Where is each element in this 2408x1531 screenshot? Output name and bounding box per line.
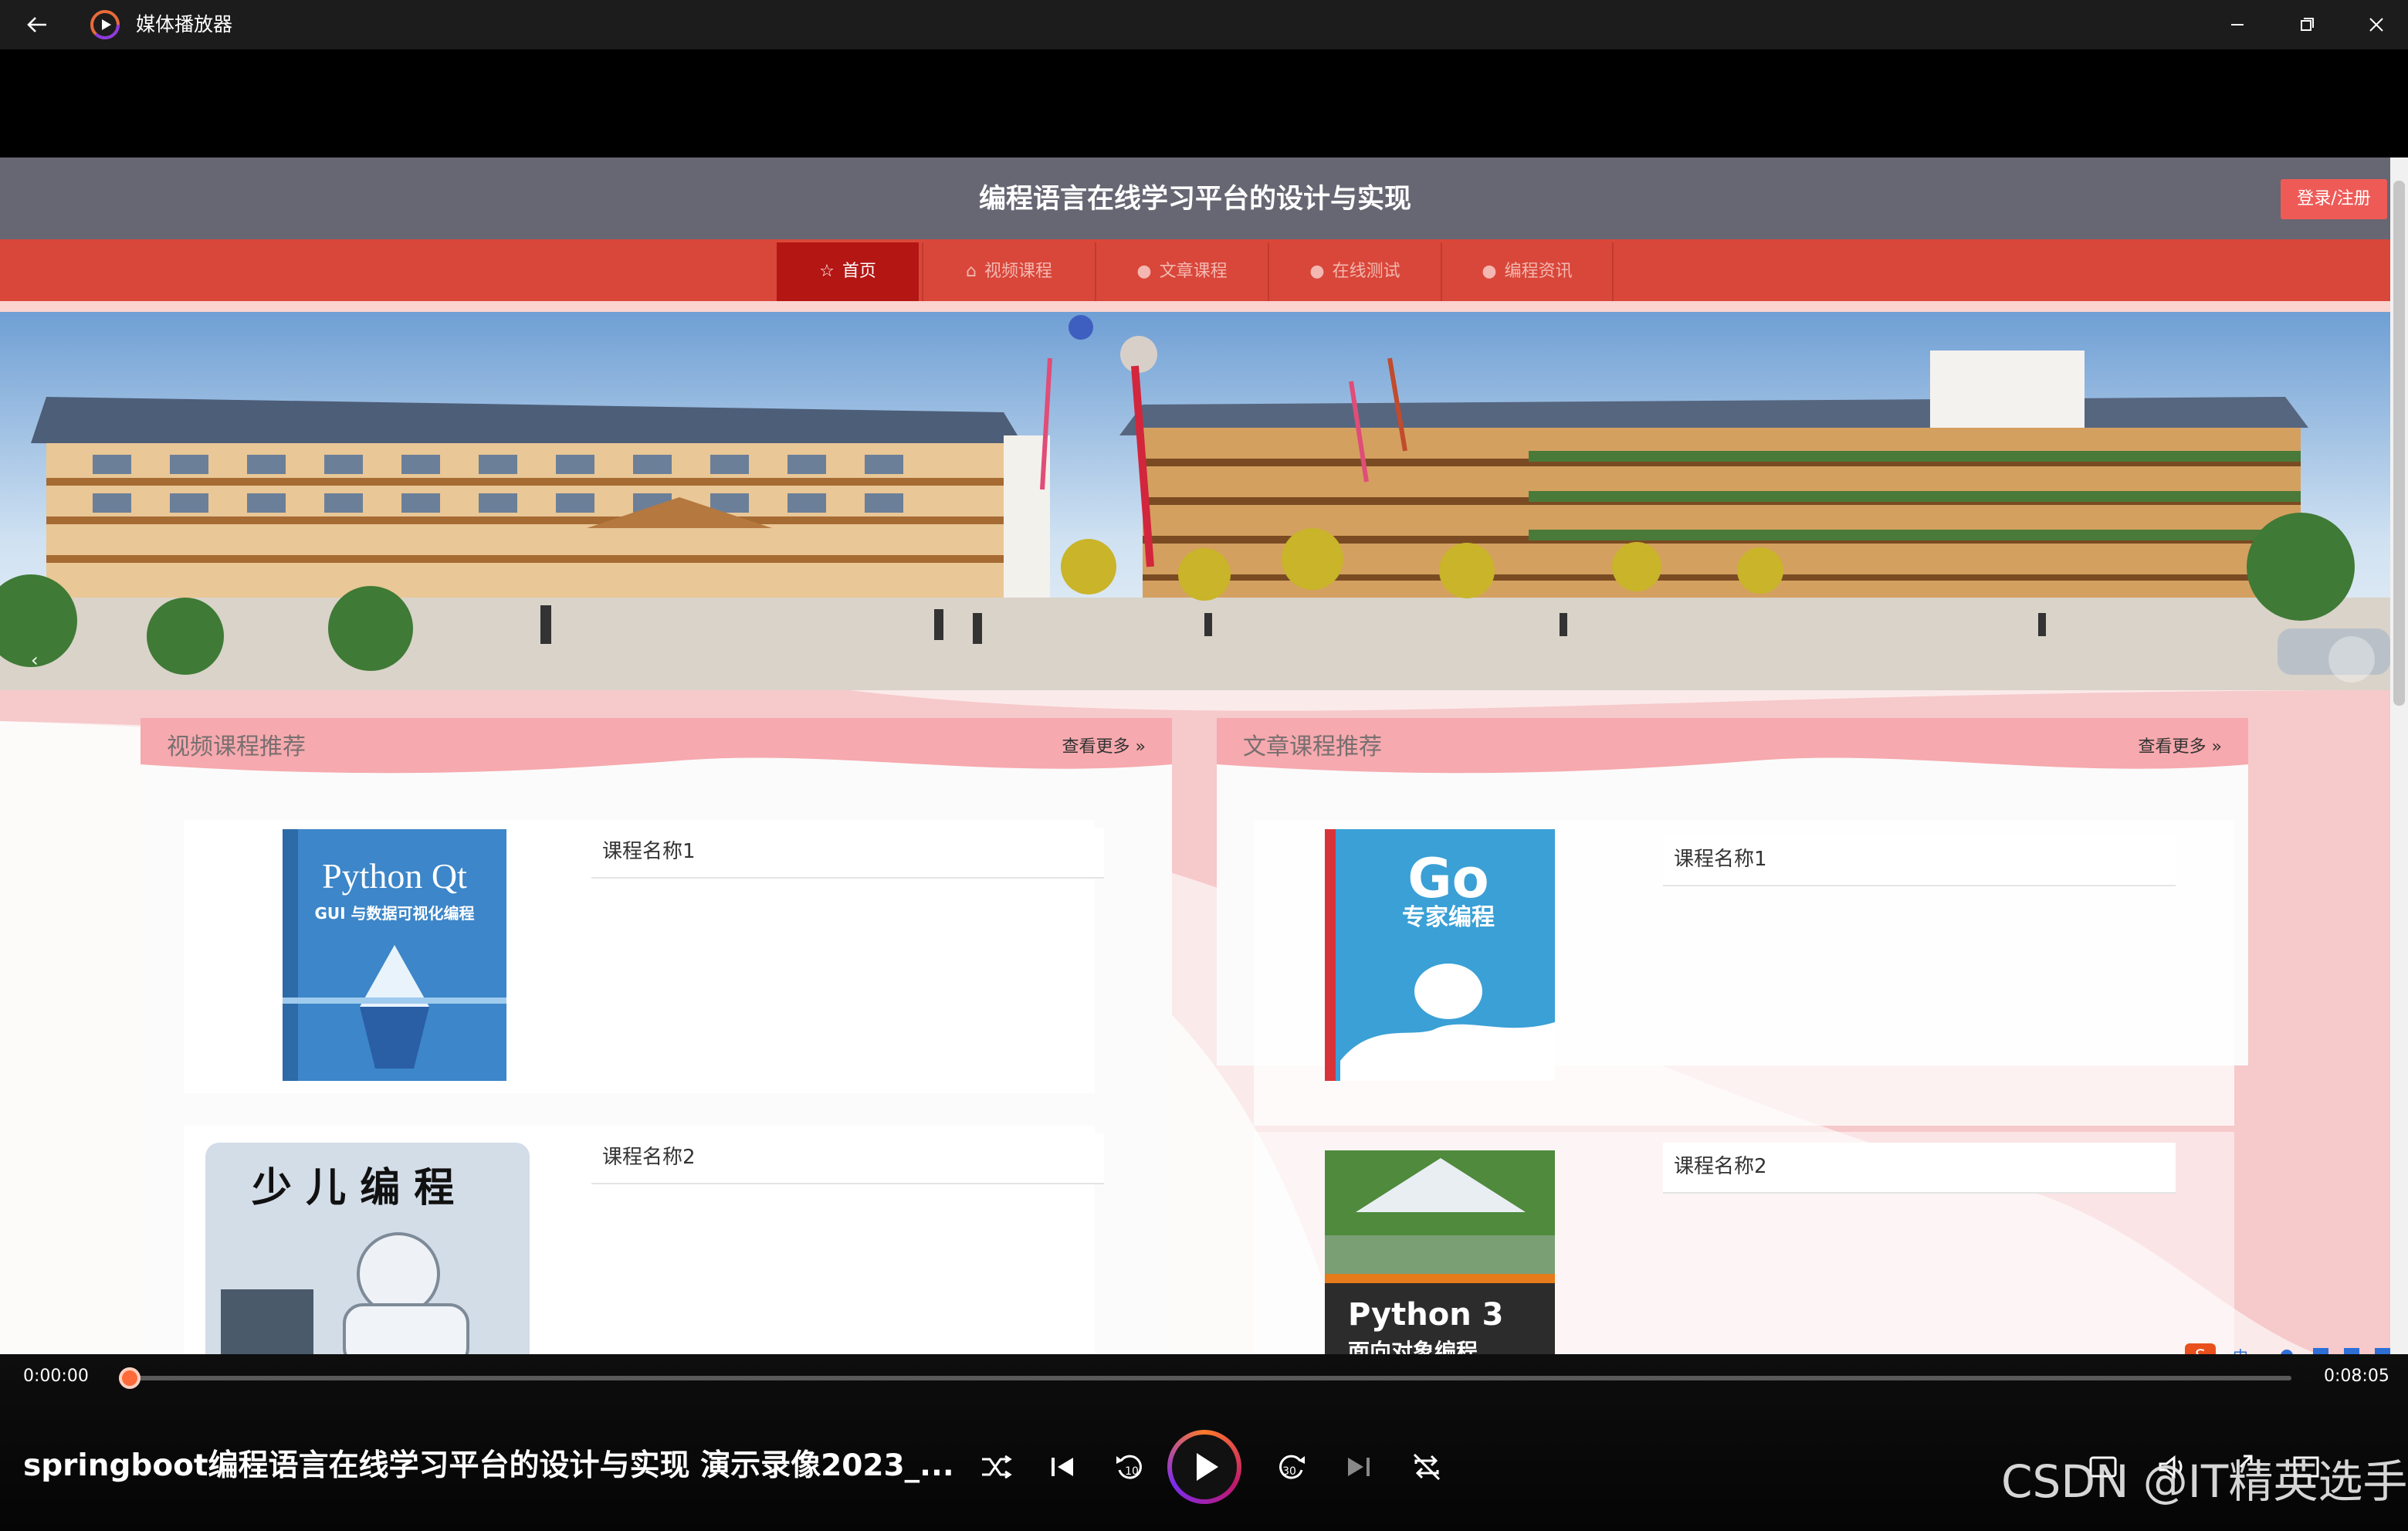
banner-carousel[interactable]: ‹ (0, 312, 2390, 690)
nav-item-video[interactable]: ⌂ 视频课程 (922, 242, 1095, 301)
python3-oop-book-cover: Python 3 面向对象编程 (1325, 1150, 1555, 1373)
nav-item-test[interactable]: ● 在线测试 (1268, 242, 1441, 301)
scrollbar-thumb[interactable] (2393, 181, 2405, 706)
go-expert-book-cover: Go 专家编程 (1325, 829, 1555, 1081)
csdn-watermark: CSDN @IT精英选手 (2001, 1455, 2408, 1508)
total-time: 0:08:05 (2324, 1367, 2389, 1386)
svg-text:GUI 与数据可视化编程: GUI 与数据可视化编程 (314, 904, 474, 923)
svg-text:少 儿 编 程: 少 儿 编 程 (252, 1165, 454, 1211)
nav-item-home[interactable]: ☆ 首页 (777, 242, 919, 301)
back-arrow-icon[interactable] (20, 8, 54, 42)
video-course-panel: 视频课程推荐 查看更多 » Python Qt GUI 与数据可视化编程 课程名… (141, 718, 1172, 1373)
question-icon: ● (1309, 262, 1325, 281)
view-more-link[interactable]: 查看更多 » (2139, 735, 2222, 760)
svg-text:专家编程: 专家编程 (1402, 904, 1495, 931)
nav-item-label: 在线测试 (1332, 262, 1400, 281)
course-name[interactable]: 课程名称1 (1663, 835, 2176, 886)
nav-item-label: 编程资讯 (1504, 262, 1573, 281)
course-name[interactable]: 课程名称1 (591, 828, 1104, 879)
python-qt-book-cover: Python Qt GUI 与数据可视化编程 (283, 829, 506, 1081)
svg-text:Go: Go (1407, 847, 1489, 910)
close-icon[interactable] (2359, 8, 2393, 42)
panel-title: 文章课程推荐 (1243, 733, 1382, 760)
school-building-image (0, 312, 2390, 690)
site-nav: ☆ 首页 ⌂ 视频课程 ● 文章课程 ● 在线测试 ● 编程资讯 (0, 239, 2390, 301)
shuffle-icon[interactable] (971, 1444, 1018, 1490)
nav-item-label: 文章课程 (1159, 262, 1228, 281)
previous-track-icon[interactable] (1039, 1444, 1085, 1490)
seek-bar[interactable] (130, 1376, 2291, 1380)
course-card[interactable]: Go 专家编程 课程名称1 (1254, 820, 2234, 1126)
play-button[interactable] (1167, 1430, 1241, 1504)
panel-title: 视频课程推荐 (167, 733, 306, 760)
restore-icon[interactable] (2290, 8, 2324, 42)
skip-back-10-icon[interactable]: 10 (1107, 1444, 1153, 1490)
media-title: springboot编程语言在线学习平台的设计与实现 演示录像2023_... (23, 1448, 954, 1483)
course-name[interactable]: 课程名称2 (591, 1133, 1104, 1184)
app-title: 媒体播放器 (136, 13, 233, 36)
info-icon: ● (1482, 262, 1497, 281)
nav-underline (0, 301, 2390, 312)
site-header: 编程语言在线学习平台的设计与实现 登录/注册 (0, 158, 2390, 239)
media-player-app-icon (90, 10, 120, 39)
page-scrollbar[interactable] (2390, 158, 2408, 1373)
login-register-button[interactable]: 登录/注册 (2281, 179, 2387, 219)
repeat-icon[interactable] (1404, 1444, 1450, 1490)
nav-item-label: 视频课程 (984, 262, 1052, 281)
course-card[interactable]: 少 儿 编 程 课程名称2 (184, 1126, 1104, 1373)
info-icon: ● (1136, 262, 1152, 281)
course-name[interactable]: 课程名称2 (1663, 1143, 2176, 1194)
minimize-icon[interactable] (2220, 8, 2254, 42)
current-time: 0:00:00 (23, 1367, 89, 1386)
svg-text:Python Qt: Python Qt (322, 856, 467, 896)
course-card[interactable]: Python Qt GUI 与数据可视化编程 课程名称1 (184, 820, 1104, 1093)
seek-handle[interactable] (119, 1367, 141, 1389)
banner-next-button[interactable] (2328, 636, 2375, 683)
course-card[interactable]: Python 3 面向对象编程 课程名称2 (1254, 1132, 2234, 1373)
bag-icon: ⌂ (966, 262, 977, 281)
skip-forward-30-icon[interactable]: 30 (1268, 1444, 1314, 1490)
view-more-link[interactable]: 查看更多 » (1062, 735, 1146, 760)
nav-item-article[interactable]: ● 文章课程 (1095, 242, 1268, 301)
nav-item-label: 首页 (842, 262, 876, 281)
title-bar: 媒体播放器 (0, 0, 2408, 49)
skip-forward-seconds: 30 (1282, 1465, 1296, 1478)
skip-back-seconds: 10 (1125, 1465, 1139, 1478)
next-track-icon[interactable] (1336, 1444, 1382, 1490)
video-frame[interactable]: 编程语言在线学习平台的设计与实现 登录/注册 ☆ 首页 ⌂ 视频课程 ● 文章课程 ●… (0, 158, 2408, 1373)
banner-prev-icon[interactable]: ‹ (31, 649, 49, 671)
svg-text:Python 3: Python 3 (1348, 1297, 1503, 1333)
nav-item-news[interactable]: ● 编程资讯 (1441, 242, 1614, 301)
kids-programming-cover: 少 儿 编 程 (205, 1143, 530, 1367)
play-icon (1197, 1453, 1218, 1481)
site-title: 编程语言在线学习平台的设计与实现 (978, 184, 1411, 215)
star-icon: ☆ (819, 262, 835, 281)
